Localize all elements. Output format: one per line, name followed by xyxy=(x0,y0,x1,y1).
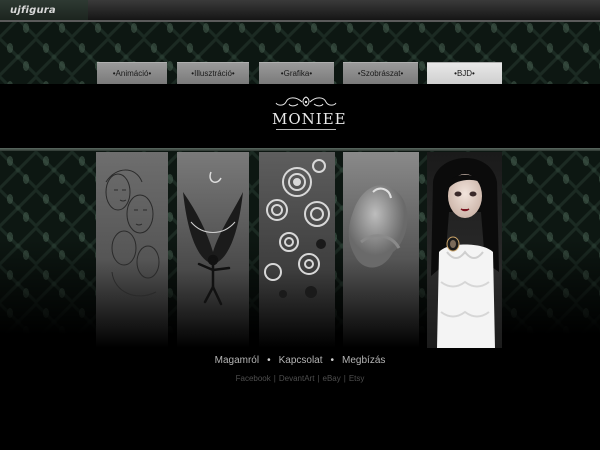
social-separator: | xyxy=(343,374,346,383)
social-link-etsy[interactable]: Etsy xyxy=(349,374,365,383)
tab-bjd[interactable]: •BJD• xyxy=(427,62,502,84)
social-links: Facebook | DevantArt | eBay | Etsy xyxy=(0,374,600,383)
top-strip-rule xyxy=(0,20,600,22)
site-logo[interactable]: ujfigura xyxy=(10,5,56,16)
footer-separator: • xyxy=(330,355,335,366)
tab-grafika[interactable]: •Grafika• xyxy=(259,62,334,84)
footer-link-megbizas[interactable]: Megbízás xyxy=(342,355,385,366)
tab-szobraszat[interactable]: •Szobrászat• xyxy=(343,62,418,84)
top-strip: ujfigura xyxy=(0,0,600,22)
main-nav: •Animáció• •Illusztráció• •Grafika• •Szo… xyxy=(0,62,600,84)
social-separator: | xyxy=(273,374,276,383)
panel-szobraszat-image[interactable] xyxy=(343,152,419,348)
brand-logo[interactable]: MONIEE xyxy=(272,95,347,130)
social-separator: | xyxy=(317,374,320,383)
social-link-ebay[interactable]: eBay xyxy=(323,374,341,383)
panel-illusztracio-image[interactable] xyxy=(177,152,249,348)
panel-bjd-image[interactable] xyxy=(427,152,502,348)
ornament-icon xyxy=(275,96,337,107)
tab-illusztracio[interactable]: •Illusztráció• xyxy=(177,62,249,84)
panel-grafika-image[interactable] xyxy=(259,152,335,348)
footer-nav: Magamról • Kapcsolat • Megbízás xyxy=(0,355,600,366)
social-link-devantart[interactable]: DevantArt xyxy=(279,374,315,383)
panel-animacio-image[interactable] xyxy=(96,152,168,348)
footer-link-magamrol[interactable]: Magamról xyxy=(215,355,259,366)
brand-name: MONIEE xyxy=(272,110,347,128)
social-link-facebook[interactable]: Facebook xyxy=(236,374,271,383)
tab-animacio[interactable]: •Animáció• xyxy=(97,62,167,84)
footer-link-kapcsolat[interactable]: Kapcsolat xyxy=(279,355,323,366)
footer-separator: • xyxy=(267,355,271,366)
